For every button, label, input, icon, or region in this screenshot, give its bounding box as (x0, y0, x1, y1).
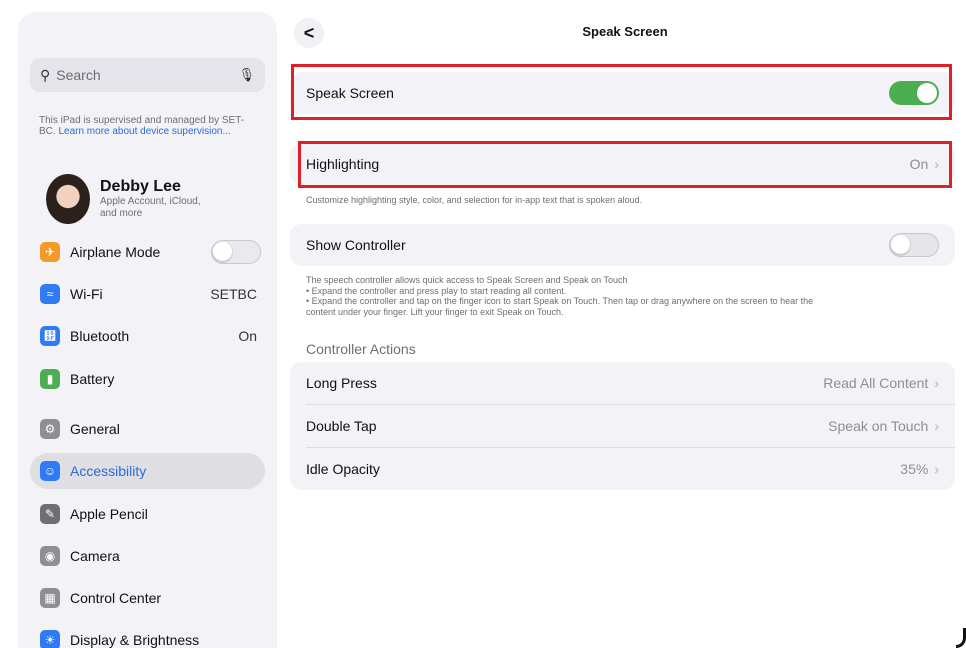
long-press-row[interactable]: Long Press Read All Content › (290, 362, 955, 404)
gear-icon: ⚙ (40, 419, 60, 439)
highlight-box (298, 141, 952, 188)
supervision-note: This iPad is supervised and managed by S… (39, 115, 249, 137)
show-controller-toggle[interactable] (889, 233, 939, 257)
sidebar-item-label: Wi-Fi (70, 286, 103, 302)
sidebar-item-display-brightness[interactable]: ☀ Display & Brightness (30, 622, 265, 648)
profile[interactable]: Debby Lee Apple Account, iCloud, and mor… (46, 174, 215, 224)
show-controller-card: Show Controller (290, 224, 955, 266)
pencil-icon: ✎ (40, 504, 60, 524)
sidebar: ⚲ Search 🎙 This iPad is supervised and m… (18, 12, 277, 648)
search-input[interactable]: Search (56, 67, 238, 83)
controller-note-line: The speech controller allows quick acces… (306, 275, 628, 285)
controller-actions-card: Long Press Read All Content › Double Tap… (290, 362, 955, 490)
avatar (46, 174, 90, 224)
page-title: Speak Screen (582, 24, 668, 39)
sidebar-item-apple-pencil[interactable]: ✎ Apple Pencil (30, 496, 265, 532)
sidebar-item-bluetooth[interactable]: ᚟ Bluetooth On (30, 318, 265, 354)
sidebar-item-general[interactable]: ⚙ General (30, 411, 265, 447)
sidebar-item-wifi[interactable]: ≈ Wi-Fi SETBC (30, 276, 265, 312)
sidebar-item-airplane-mode[interactable]: ✈ Airplane Mode (30, 234, 265, 270)
camera-icon: ◉ (40, 546, 60, 566)
idle-opacity-row[interactable]: Idle Opacity 35% › (290, 448, 955, 490)
double-tap-row[interactable]: Double Tap Speak on Touch › (290, 405, 955, 447)
highlighting-note: Customize highlighting style, color, and… (306, 195, 643, 205)
sidebar-item-label: Airplane Mode (70, 244, 161, 260)
show-controller-row[interactable]: Show Controller (290, 224, 955, 266)
controller-note: The speech controller allows quick acces… (306, 275, 956, 317)
chevron-right-icon: › (934, 418, 939, 434)
sidebar-item-battery[interactable]: ▮ Battery (30, 361, 265, 397)
double-tap-value: Speak on Touch (828, 418, 929, 434)
long-press-value: Read All Content (823, 375, 929, 391)
device-corner (956, 628, 966, 648)
airplane-icon: ✈ (40, 242, 60, 262)
chevron-right-icon: › (934, 375, 939, 391)
sidebar-item-accessibility[interactable]: ☺ Accessibility (30, 453, 265, 489)
sidebar-item-label: Display & Brightness (70, 632, 200, 648)
chevron-right-icon: › (934, 461, 939, 477)
sidebar-item-label: Apple Pencil (70, 506, 148, 522)
profile-subtitle: Apple Account, iCloud, and more (100, 196, 201, 219)
sun-icon: ☀ (40, 630, 60, 648)
sidebar-item-label: Accessibility (70, 463, 147, 479)
sidebar-item-label: Bluetooth (70, 328, 130, 344)
highlight-box (291, 64, 952, 120)
sidebar-item-label: Camera (70, 548, 120, 564)
controller-note-line: • Expand the controller and tap on the f… (306, 296, 814, 306)
controller-actions-header: Controller Actions (306, 341, 416, 357)
microphone-icon[interactable]: 🎙 (238, 67, 255, 83)
back-button[interactable]: < (294, 18, 324, 48)
sidebar-item-control-center[interactable]: ▦ Control Center (30, 580, 265, 616)
controller-note-line: • Expand the controller and press play t… (306, 285, 567, 296)
bluetooth-value: On (238, 328, 257, 344)
sidebar-item-label: General (70, 421, 120, 437)
sidebar-item-label: Control Center (70, 590, 162, 606)
wifi-icon: ≈ (40, 284, 60, 304)
control-center-icon: ▦ (40, 588, 60, 608)
sidebar-item-label: Battery (70, 371, 115, 387)
bluetooth-icon: ᚟ (40, 326, 60, 346)
supervision-link[interactable]: Learn more about device supervision... (58, 126, 230, 137)
show-controller-label: Show Controller (306, 237, 406, 253)
wifi-value: SETBC (210, 286, 257, 302)
search-field[interactable]: ⚲ Search 🎙 (30, 58, 265, 92)
idle-opacity-label: Idle Opacity (306, 461, 380, 477)
sidebar-item-camera[interactable]: ◉ Camera (30, 538, 265, 574)
double-tap-label: Double Tap (306, 418, 377, 434)
search-icon: ⚲ (40, 66, 51, 83)
idle-opacity-value: 35% (900, 461, 929, 477)
controller-note-line: content under your finger. Lift your fin… (306, 306, 564, 317)
battery-icon: ▮ (40, 369, 60, 389)
airplane-mode-toggle[interactable] (211, 240, 261, 264)
long-press-label: Long Press (306, 375, 377, 391)
profile-name: Debby Lee (100, 178, 181, 195)
accessibility-icon: ☺ (40, 461, 60, 481)
chevron-left-icon: < (303, 22, 315, 43)
